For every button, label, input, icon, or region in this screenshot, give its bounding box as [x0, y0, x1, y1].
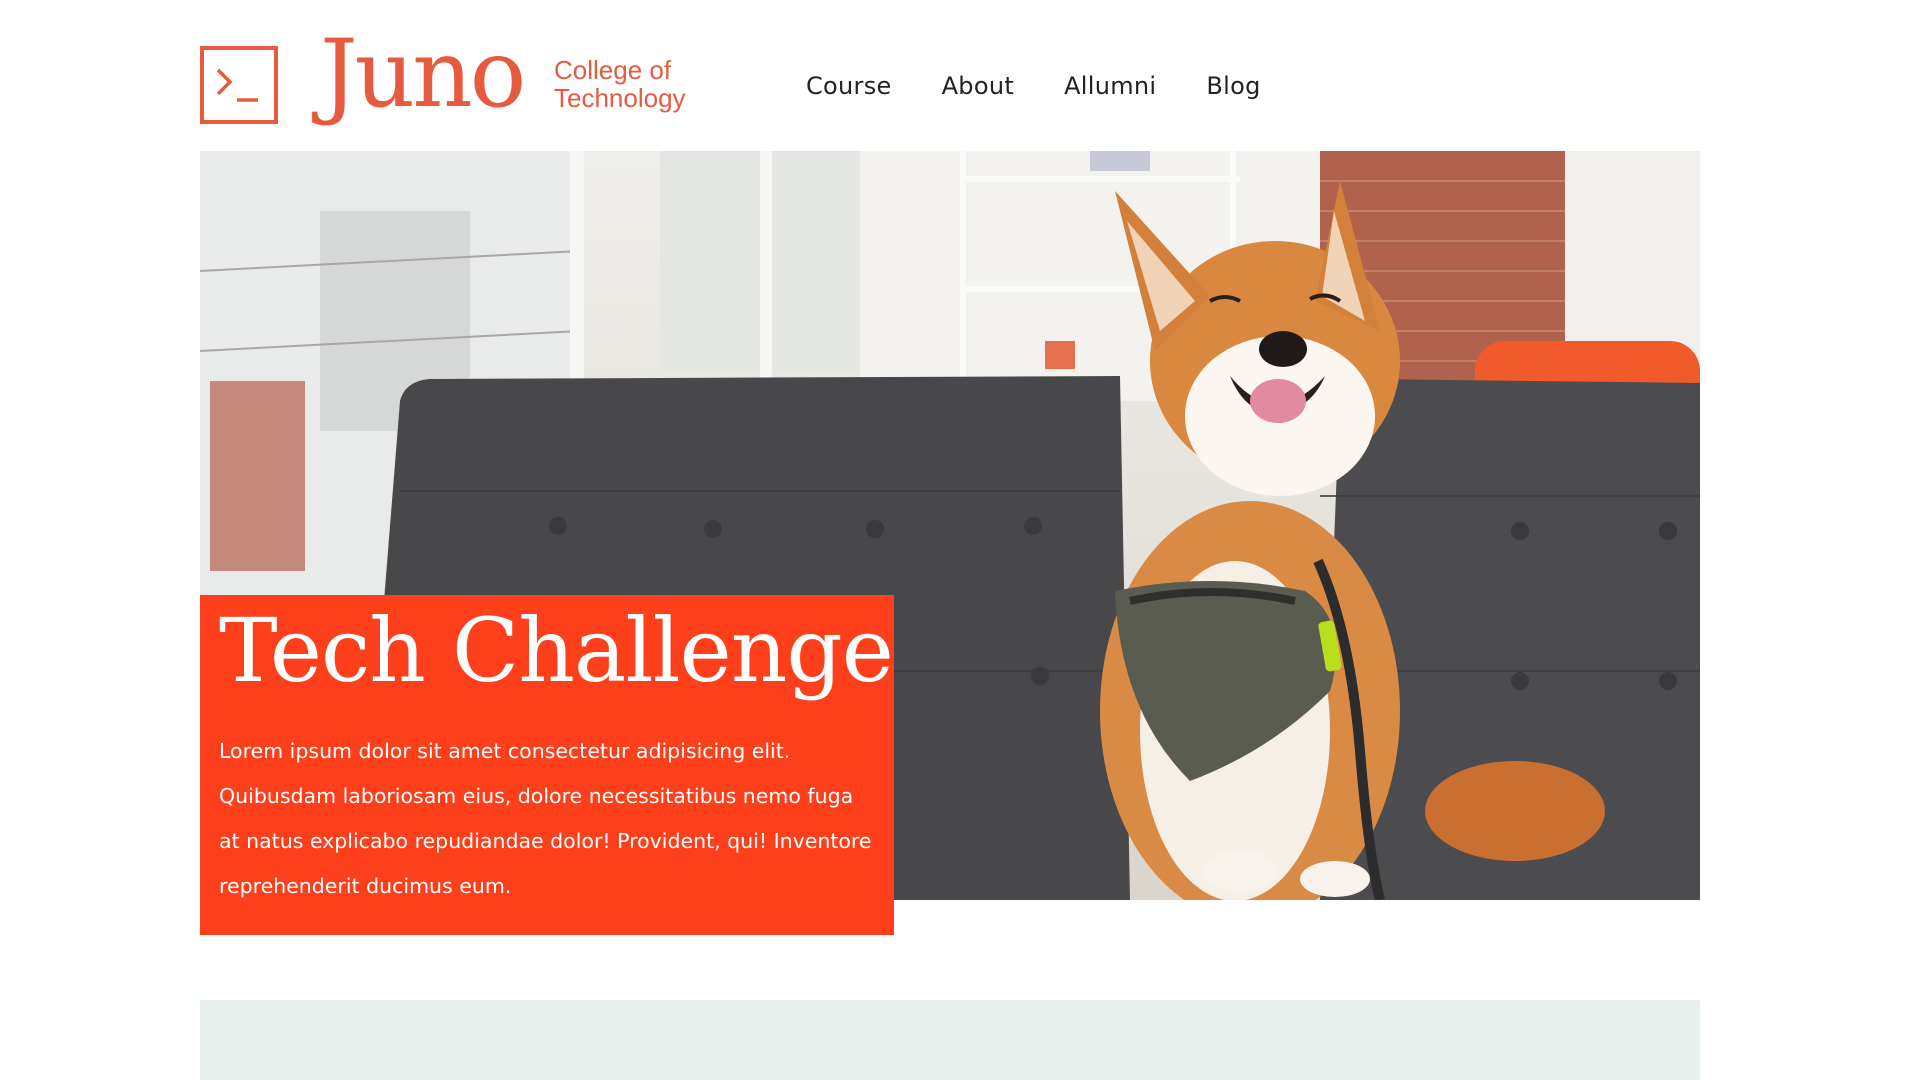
terminal-prompt-icon: [200, 46, 278, 124]
hero-title: Tech Challenge: [219, 599, 894, 702]
logo-subtitle: College of Technology: [554, 56, 724, 112]
hero-body: Lorem ipsum dolor sit amet consectetur a…: [219, 739, 872, 898]
main-nav: Course About Allumni Blog: [806, 72, 1261, 100]
section-band: [200, 1000, 1700, 1080]
logo-subtitle-line1: College of: [554, 55, 672, 85]
logo-wordmark: Juno: [320, 20, 526, 129]
hero-callout: Tech Challenge Lorem ipsum dolor sit ame…: [200, 595, 894, 935]
nav-item-allumni[interactable]: Allumni: [1064, 72, 1156, 100]
nav-item-course[interactable]: Course: [806, 72, 892, 100]
site-header: Juno College of Technology Course About …: [200, 28, 1700, 130]
nav-item-blog[interactable]: Blog: [1206, 72, 1260, 100]
nav-item-about[interactable]: About: [942, 72, 1014, 100]
logo-subtitle-line2: Technology: [554, 83, 686, 113]
